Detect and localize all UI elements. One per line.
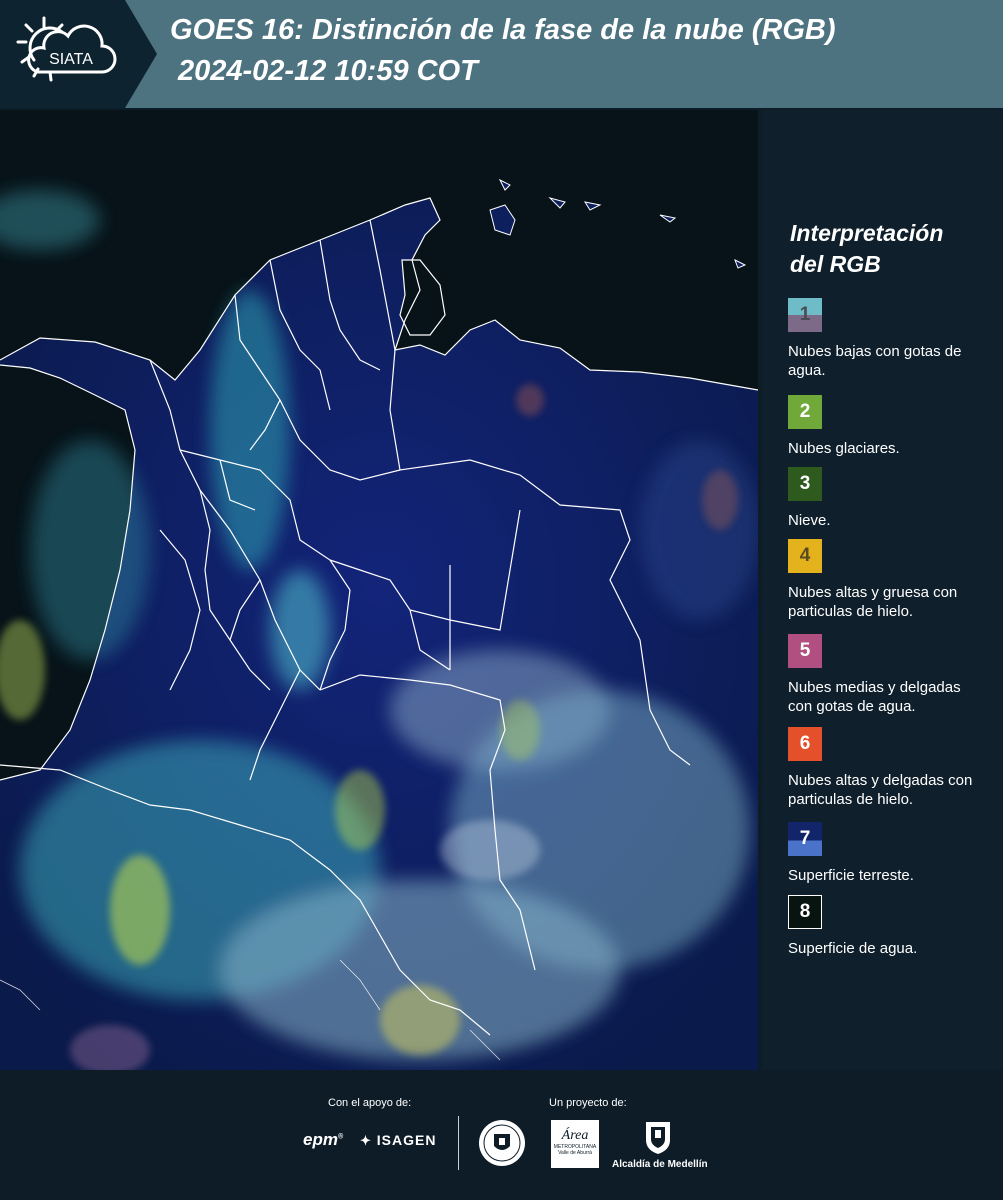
legend-label: Superficie terreste. (788, 867, 914, 884)
swatch-number: 6 (799, 733, 811, 754)
footer: Con el apoyo de: Un proyecto de: epm® ✦ … (0, 1070, 1003, 1200)
swatch-3: 3 (788, 467, 822, 501)
swatch-8: 8 (788, 895, 822, 929)
isagen-logo[interactable]: ✦ ISAGEN (360, 1132, 436, 1149)
satellite-map[interactable] (0, 110, 758, 1070)
swatch-number: 2 (799, 401, 811, 422)
legend-item-1: 1 Nubes bajas con gotas de agua. (788, 298, 988, 380)
isagen-text: ISAGEN (376, 1132, 437, 1148)
legend-label: Nubes altas y delgadas con particulas de… (788, 772, 973, 808)
legend-label: Nubes medias y delgadas con gotas de agu… (788, 679, 961, 715)
seal-logo[interactable] (477, 1118, 527, 1168)
legend-title: Interpretación del RGB (790, 218, 990, 280)
isagen-icon: ✦ (360, 1133, 372, 1148)
legend-item-8: 8 Superficie de agua. (788, 895, 988, 958)
header-bar: SIATA GOES 16: Distinción de la fase de … (0, 0, 1003, 108)
legend-label: Superficie de agua. (788, 940, 918, 957)
swatch-number: 4 (799, 545, 811, 566)
project-label: Un proyecto de: (549, 1097, 627, 1109)
alcaldia-shield-icon (646, 1122, 670, 1154)
legend-label: Nubes glaciares. (788, 440, 900, 457)
swatch-7: 7 (788, 822, 822, 856)
area-metropolitana-logo[interactable]: Área METROPOLITANA Valle de Aburrá (551, 1120, 599, 1168)
legend-item-5: 5 Nubes medias y delgadas con gotas de a… (788, 634, 988, 716)
legend-item-2: 2 Nubes glaciares. (788, 395, 988, 458)
logo-arrow (125, 0, 157, 108)
epm-logo[interactable]: epm® (303, 1130, 343, 1150)
swatch-number: 3 (799, 473, 811, 494)
footer-divider (458, 1116, 459, 1170)
epm-text: epm (303, 1130, 338, 1149)
page-title: GOES 16: Distinción de la fase de la nub… (170, 14, 836, 46)
timestamp: 2024-02-12 10:59 COT (178, 55, 478, 87)
legend-item-3: 3 Nieve. (788, 467, 988, 530)
legend-title-line2: del RGB (790, 251, 881, 277)
swatch-5: 5 (788, 634, 822, 668)
logo-text: SIATA (49, 51, 93, 68)
legend-label: Nieve. (788, 512, 831, 529)
legend-title-line1: Interpretación (790, 220, 944, 246)
swatch-6: 6 (788, 727, 822, 761)
swatch-number: 5 (799, 640, 811, 661)
swatch-4: 4 (788, 539, 822, 573)
legend-label: Nubes altas y gruesa con particulas de h… (788, 584, 958, 620)
legend-item-7: 7 Superficie terreste. (788, 822, 988, 885)
area-sub-text-2: Valle de Aburrá (558, 1150, 592, 1156)
logo-block: SIATA (0, 0, 125, 108)
siata-logo: SIATA (16, 16, 117, 82)
legend-label: Nubes bajas con gotas de agua. (788, 343, 962, 379)
swatch-number: 8 (799, 901, 811, 922)
swatch-1: 1 (788, 298, 822, 332)
support-label: Con el apoyo de: (328, 1097, 412, 1109)
swatch-number: 7 (799, 828, 811, 849)
swatch-2: 2 (788, 395, 822, 429)
alcaldia-label[interactable]: Alcaldía de Medellín (612, 1159, 708, 1170)
area-text: Área (561, 1128, 589, 1143)
satellite-image (0, 110, 758, 1070)
legend-item-6: 6 Nubes altas y delgadas con particulas … (788, 727, 988, 809)
legend-item-4: 4 Nubes altas y gruesa con particulas de… (788, 539, 988, 621)
swatch-number: 1 (799, 304, 811, 325)
legend-panel: Interpretación del RGB 1 Nubes bajas con… (762, 110, 1003, 1070)
